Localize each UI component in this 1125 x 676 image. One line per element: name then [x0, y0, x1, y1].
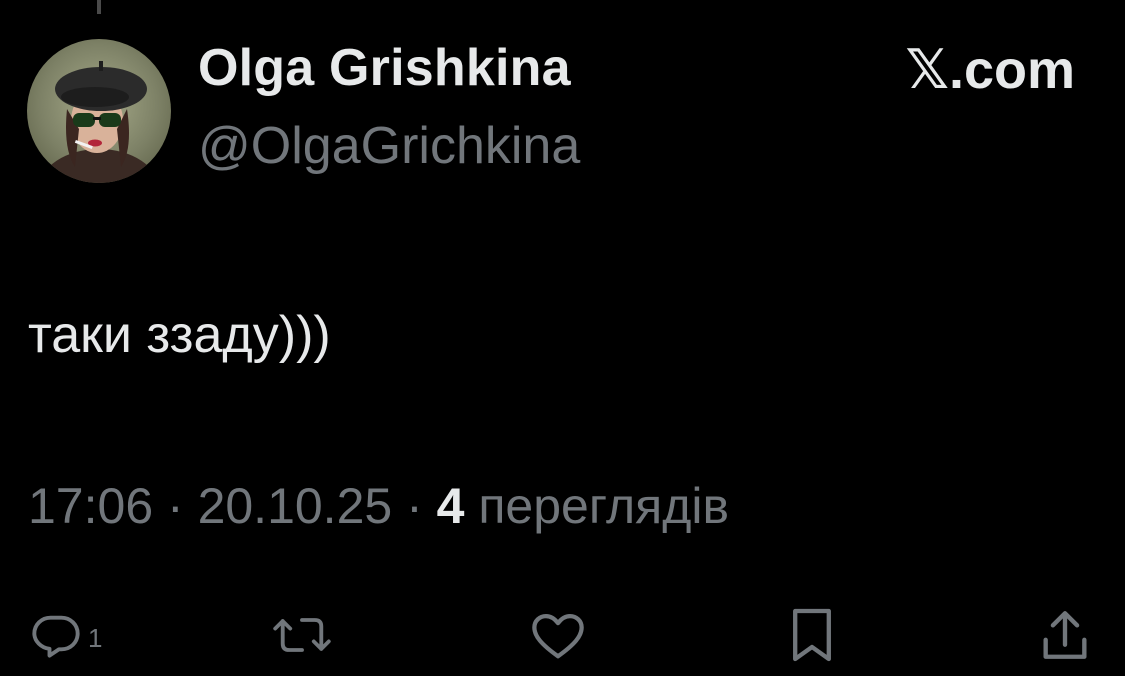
meta-separator: · [153, 478, 198, 534]
author-handle[interactable]: @OlgaGrichkina [198, 116, 580, 176]
reply-count: 1 [88, 622, 103, 653]
avatar[interactable] [27, 39, 171, 183]
reply-icon [32, 615, 80, 658]
meta-separator: · [392, 478, 437, 534]
tweet-time[interactable]: 17:06 [28, 478, 153, 534]
views-label: переглядів [478, 478, 730, 534]
retweet-button[interactable] [272, 600, 332, 670]
bookmark-button[interactable] [788, 600, 836, 670]
share-icon [1043, 611, 1087, 659]
avatar-portrait-icon [39, 61, 159, 183]
tweet-date[interactable]: 20.10.25 [198, 478, 393, 534]
reply-button[interactable]: 1 [30, 600, 102, 670]
tweet-text: таки ззаду))) [28, 306, 331, 364]
retweet-icon [273, 618, 331, 652]
tweet-meta: 17:06 · 20.10.25 · 4 переглядів [28, 477, 729, 535]
brand-logo: 𝕏.com [905, 40, 1075, 100]
bookmark-icon [793, 608, 831, 662]
views-count: 4 [436, 478, 465, 534]
share-button[interactable] [1038, 600, 1092, 670]
action-bar: 1 [0, 600, 1125, 670]
author-display-name[interactable]: Olga Grishkina [198, 38, 571, 98]
like-button[interactable] [528, 600, 588, 670]
top-divider-mark [97, 0, 101, 14]
like-icon [532, 613, 584, 659]
